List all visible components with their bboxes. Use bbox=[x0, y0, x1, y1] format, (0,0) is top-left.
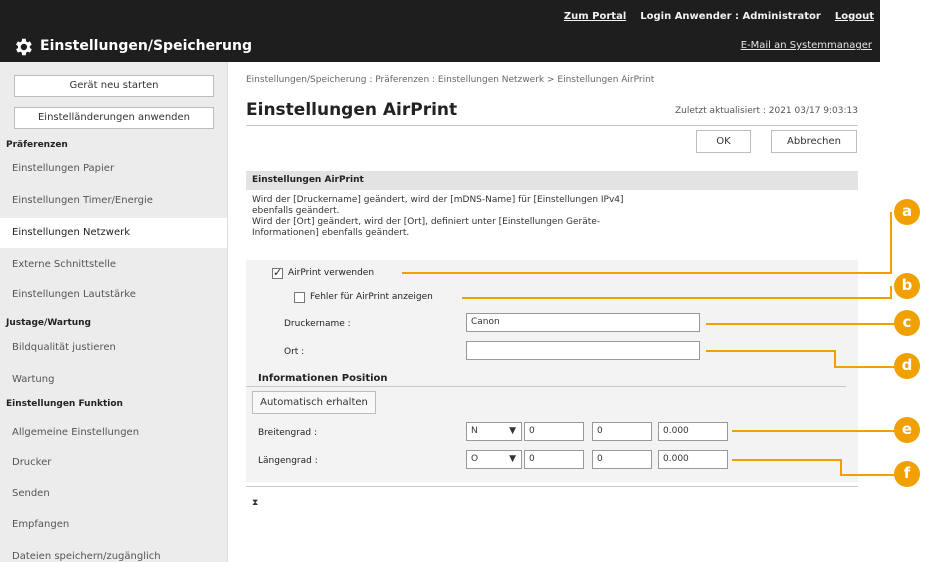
position-divider bbox=[246, 386, 846, 387]
location-label: Ort : bbox=[284, 347, 305, 357]
show-errors-label: Fehler für AirPrint anzeigen bbox=[310, 292, 433, 302]
chevron-down-icon: ▼ bbox=[509, 426, 516, 436]
app-title: Einstellungen/Speicherung bbox=[40, 38, 252, 54]
longitude-minutes-input[interactable]: 0 bbox=[592, 450, 652, 469]
top-bar: Zum Portal Login Anwender : Administrato… bbox=[0, 0, 880, 62]
desc-line: Wird der [Druckername] geändert, wird de… bbox=[252, 195, 624, 205]
desc-line: ebenfalls geändert. bbox=[252, 206, 340, 216]
callout-badge-e: e bbox=[894, 417, 920, 443]
callout-line-f bbox=[732, 459, 842, 461]
sidebar: Gerät neu starten Einstelländerungen anw… bbox=[0, 62, 228, 562]
desc-line: Wird der [Ort] geändert, wird der [Ort],… bbox=[252, 217, 601, 227]
sidebar-item-store-files[interactable]: Dateien speichern/zugänglich bbox=[0, 542, 227, 562]
longitude-direction-select[interactable]: O ▼ bbox=[466, 450, 522, 469]
breadcrumb: Einstellungen/Speicherung : Präferenzen … bbox=[246, 75, 655, 85]
sidebar-item-paper[interactable]: Einstellungen Papier bbox=[0, 154, 227, 184]
main-content: Einstellungen/Speicherung : Präferenzen … bbox=[240, 62, 860, 562]
gear-icon bbox=[16, 38, 32, 56]
restart-device-button[interactable]: Gerät neu starten bbox=[14, 75, 214, 97]
sidebar-item-printer[interactable]: Drucker bbox=[0, 448, 227, 478]
portal-link[interactable]: Zum Portal bbox=[564, 11, 626, 22]
longitude-seconds-input[interactable]: 0.000 bbox=[658, 450, 728, 469]
top-links: Zum Portal Login Anwender : Administrato… bbox=[564, 11, 874, 22]
sidebar-item-receive[interactable]: Empfangen bbox=[0, 510, 227, 540]
callout-line-e bbox=[732, 430, 896, 432]
sidebar-item-interface[interactable]: Externe Schnittstelle bbox=[0, 250, 227, 280]
bottom-divider bbox=[246, 486, 858, 487]
group-preferences: Präferenzen bbox=[6, 140, 68, 150]
location-input[interactable] bbox=[466, 341, 700, 360]
longitude-direction-value: O bbox=[471, 454, 479, 464]
latitude-minutes-input[interactable]: 0 bbox=[592, 422, 652, 441]
printer-name-label: Druckername : bbox=[284, 319, 351, 329]
section-header: Einstellungen AirPrint bbox=[246, 171, 858, 190]
longitude-degrees-input[interactable]: 0 bbox=[524, 450, 584, 469]
logout-link[interactable]: Logout bbox=[835, 11, 874, 22]
callout-line-c bbox=[706, 323, 896, 325]
callout-line-d bbox=[834, 366, 896, 368]
sidebar-item-send[interactable]: Senden bbox=[0, 479, 227, 509]
sidebar-item-volume[interactable]: Einstellungen Lautstärke bbox=[0, 280, 227, 310]
latitude-seconds-input[interactable]: 0.000 bbox=[658, 422, 728, 441]
last-updated: Zuletzt aktualisiert : 2021 03/17 9:03:1… bbox=[675, 106, 858, 116]
apply-changes-button[interactable]: Einstelländerungen anwenden bbox=[14, 107, 214, 129]
callout-line-b bbox=[462, 297, 892, 299]
callout-badge-d: d bbox=[894, 353, 920, 379]
latitude-direction-value: N bbox=[471, 426, 478, 436]
user-name: Administrator bbox=[742, 11, 821, 22]
printer-name-input[interactable]: Canon bbox=[466, 313, 700, 332]
callout-badge-a: a bbox=[894, 199, 920, 225]
ok-button[interactable]: OK bbox=[696, 130, 751, 153]
mail-admin-link[interactable]: E-Mail an Systemmanager bbox=[741, 40, 872, 51]
callout-line-b bbox=[890, 286, 892, 299]
callout-line-f bbox=[840, 474, 896, 476]
sidebar-item-maintenance[interactable]: Wartung bbox=[0, 365, 227, 395]
callout-line-a bbox=[402, 272, 892, 274]
desc-line: Informationen] ebenfalls geändert. bbox=[252, 228, 410, 238]
group-function: Einstellungen Funktion bbox=[6, 399, 123, 409]
longitude-label: Längengrad : bbox=[258, 456, 318, 466]
login-info: Login Anwender : Administrator bbox=[640, 11, 821, 22]
callout-badge-c: c bbox=[894, 310, 920, 336]
position-header: Informationen Position bbox=[258, 373, 388, 384]
divider bbox=[246, 125, 858, 126]
latitude-label: Breitengrad : bbox=[258, 428, 318, 438]
latitude-degrees-input[interactable]: 0 bbox=[524, 422, 584, 441]
sidebar-item-general[interactable]: Allgemeine Einstellungen bbox=[0, 418, 227, 448]
show-errors-checkbox[interactable] bbox=[294, 292, 305, 303]
sidebar-item-image-quality[interactable]: Bildqualität justieren bbox=[0, 333, 227, 363]
scroll-to-top-icon[interactable]: ⧗ bbox=[252, 498, 258, 508]
chevron-down-icon: ▼ bbox=[509, 454, 516, 464]
use-airprint-label: AirPrint verwenden bbox=[288, 268, 375, 278]
section-description: Wird der [Druckername] geändert, wird de… bbox=[252, 195, 712, 239]
group-adjust: Justage/Wartung bbox=[6, 318, 91, 328]
callout-badge-f: f bbox=[894, 461, 920, 487]
latitude-direction-select[interactable]: N ▼ bbox=[466, 422, 522, 441]
auto-obtain-button[interactable]: Automatisch erhalten bbox=[252, 391, 376, 414]
sidebar-item-network[interactable]: Einstellungen Netzwerk bbox=[0, 218, 227, 248]
callout-line-d bbox=[706, 350, 836, 352]
callout-line-a bbox=[890, 212, 892, 274]
callout-badge-b: b bbox=[894, 273, 920, 299]
login-label: Login Anwender : bbox=[640, 11, 743, 22]
use-airprint-checkbox[interactable] bbox=[272, 266, 283, 279]
page-title: Einstellungen AirPrint bbox=[246, 100, 458, 120]
cancel-button[interactable]: Abbrechen bbox=[771, 130, 857, 153]
sidebar-item-timer[interactable]: Einstellungen Timer/Energie bbox=[0, 186, 227, 216]
